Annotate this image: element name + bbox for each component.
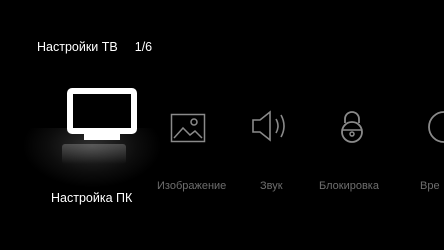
- page-indicator: 1/6: [134, 40, 153, 54]
- menu-item-pc-setup[interactable]: Настройка ПК: [51, 85, 137, 205]
- menu-item-label: Блокировка: [319, 180, 379, 192]
- menu-item-label: Настройка ПК: [51, 191, 133, 205]
- menu-item-label: Вре: [420, 180, 440, 192]
- speaker-icon: [250, 85, 294, 143]
- menu-item-picture[interactable]: Изображение: [157, 85, 226, 192]
- menu-item-lock[interactable]: Блокировка: [319, 85, 379, 192]
- header: Настройки ТВ 1/6: [37, 40, 152, 54]
- monitor-icon: [67, 85, 137, 143]
- picture-icon: [170, 85, 206, 143]
- clock-icon: [420, 85, 444, 143]
- menu-item-sound[interactable]: Звук: [250, 85, 294, 192]
- tv-settings-screen: Настройки ТВ 1/6 Настройка ПК Изображени…: [0, 0, 444, 250]
- selection-reflection: [62, 144, 126, 164]
- menu-item-label: Звук: [260, 180, 283, 192]
- menu-item-time[interactable]: Вре: [420, 85, 444, 192]
- menu-item-label: Изображение: [157, 180, 227, 192]
- lock-icon: [337, 85, 367, 143]
- page-title: Настройки ТВ: [37, 40, 118, 54]
